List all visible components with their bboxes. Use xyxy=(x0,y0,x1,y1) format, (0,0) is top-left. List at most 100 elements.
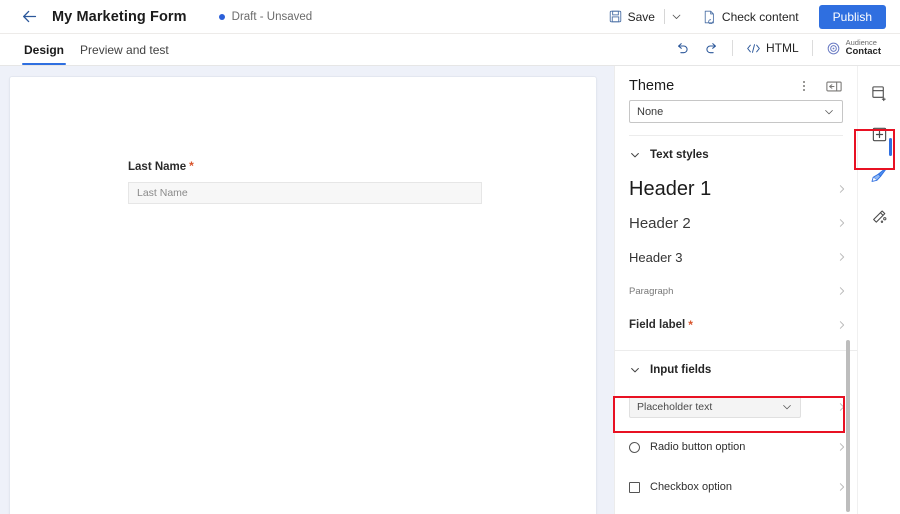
form-canvas-area: Last Name* Last Name xyxy=(0,66,614,514)
chevron-right-icon xyxy=(837,320,847,330)
redo-arrow-icon xyxy=(704,41,719,56)
rail-selection-indicator xyxy=(889,138,892,156)
panel-collapse-button[interactable] xyxy=(825,77,843,95)
chevron-right-icon xyxy=(837,252,847,262)
page-title: My Marketing Form xyxy=(52,9,187,25)
designer-tab-bar: Design Preview and test xyxy=(0,34,900,66)
field-label-text: Last Name xyxy=(128,161,186,173)
radio-button-option-row[interactable]: Radio button option xyxy=(615,427,857,467)
html-label: HTML xyxy=(766,41,799,55)
arrow-left-icon xyxy=(21,8,38,25)
divider xyxy=(812,40,813,56)
radio-option-label: Radio button option xyxy=(650,441,745,453)
chevron-right-icon xyxy=(837,218,847,228)
section-title-text-styles: Text styles xyxy=(650,149,709,161)
last-name-input[interactable]: Last Name xyxy=(128,182,482,204)
chevron-down-icon xyxy=(823,106,835,118)
style-row-field-label[interactable]: Field label * xyxy=(615,308,857,342)
style-label: Header 3 xyxy=(629,250,682,265)
required-asterisk: * xyxy=(688,318,693,332)
field-label: Last Name* xyxy=(128,159,488,173)
theme-brush-button[interactable] xyxy=(866,162,892,188)
placeholder-text-select[interactable]: Placeholder text xyxy=(629,396,801,418)
panel-title: Theme xyxy=(629,78,674,94)
chevron-down-icon xyxy=(629,149,641,161)
style-wand-icon xyxy=(871,208,888,225)
chevron-down-icon xyxy=(781,401,793,413)
status-badge: Draft - Unsaved xyxy=(219,11,313,23)
theme-select[interactable]: None xyxy=(629,100,843,123)
panel-scrollbar[interactable] xyxy=(846,340,850,512)
save-options-button[interactable] xyxy=(666,4,687,30)
publish-button[interactable]: Publish xyxy=(819,5,886,29)
placeholder-text-value: Placeholder text xyxy=(637,401,712,413)
document-check-icon xyxy=(703,10,716,24)
audience-target-icon xyxy=(826,41,841,56)
audience-contact-labels: Audience Contact xyxy=(846,39,881,57)
audience-contact-button[interactable]: Audience Contact xyxy=(819,36,888,60)
tab-preview-and-test[interactable]: Preview and test xyxy=(72,34,177,65)
style-label: Header 2 xyxy=(629,215,691,232)
theme-brush-icon xyxy=(870,166,888,184)
save-disk-icon xyxy=(609,10,622,23)
designer-tool-rail xyxy=(857,66,900,514)
tab-design-label: Design xyxy=(24,43,64,57)
form-designer-app: My Marketing Form Draft - Unsaved Save xyxy=(0,0,900,514)
back-button[interactable] xyxy=(16,4,42,30)
radio-button-icon xyxy=(629,442,640,453)
checkbox-icon xyxy=(629,482,640,493)
check-content-button[interactable]: Check content xyxy=(695,4,807,30)
tab-list: Design Preview and test xyxy=(0,34,177,65)
top-command-actions: Save Check content Publish xyxy=(601,0,900,33)
section-header-text-styles[interactable]: Text styles xyxy=(615,136,857,172)
chevron-down-icon xyxy=(671,11,682,22)
section-header-input-fields[interactable]: Input fields xyxy=(615,351,857,387)
style-row-header-3[interactable]: Header 3 xyxy=(615,240,857,274)
chevron-right-icon xyxy=(837,184,847,194)
style-label: Paragraph xyxy=(629,286,673,297)
undo-arrow-icon xyxy=(675,41,690,56)
checkbox-option-label: Checkbox option xyxy=(650,481,732,493)
theme-select-value: None xyxy=(637,106,663,118)
more-vertical-icon xyxy=(797,79,811,93)
divider xyxy=(664,9,665,24)
form-field-last-name[interactable]: Last Name* Last Name xyxy=(128,159,488,204)
section-title-input-fields: Input fields xyxy=(650,364,711,376)
required-asterisk: * xyxy=(189,159,194,173)
form-canvas[interactable]: Last Name* Last Name xyxy=(9,76,597,514)
add-section-icon xyxy=(871,85,888,102)
status-dot xyxy=(219,14,225,20)
add-section-button[interactable] xyxy=(866,80,892,106)
editor-tools: HTML Audience Contact xyxy=(668,34,900,65)
style-row-paragraph[interactable]: Paragraph xyxy=(615,274,857,308)
style-row-header-1[interactable]: Header 1 xyxy=(615,172,857,206)
add-element-icon xyxy=(871,126,888,143)
redo-button[interactable] xyxy=(697,36,726,60)
undo-button[interactable] xyxy=(668,36,697,60)
chevron-down-icon xyxy=(629,364,641,376)
panel-more-button[interactable] xyxy=(795,77,813,95)
tab-preview-label: Preview and test xyxy=(80,43,169,57)
style-row-header-2[interactable]: Header 2 xyxy=(615,206,857,240)
save-label: Save xyxy=(628,10,655,24)
check-content-label: Check content xyxy=(722,10,799,24)
style-label: Field label xyxy=(629,319,685,331)
theme-select-wrapper: None xyxy=(615,100,857,136)
status-text: Draft - Unsaved xyxy=(232,11,313,23)
theme-properties-panel: Theme xyxy=(614,66,857,514)
chevron-right-icon xyxy=(837,286,847,296)
tab-design[interactable]: Design xyxy=(16,34,72,65)
html-button[interactable]: HTML xyxy=(739,36,806,60)
style-wand-button[interactable] xyxy=(866,203,892,229)
placeholder-text-row[interactable]: Placeholder text xyxy=(615,387,857,427)
save-button[interactable]: Save xyxy=(601,4,663,30)
code-brackets-icon xyxy=(746,42,761,55)
audience-value: Contact xyxy=(846,47,881,57)
panel-header-actions xyxy=(795,77,843,95)
divider xyxy=(732,40,733,56)
last-name-placeholder: Last Name xyxy=(137,187,188,199)
collapse-panel-icon xyxy=(826,80,842,93)
checkbox-option-row[interactable]: Checkbox option xyxy=(615,467,857,507)
style-label: Header 1 xyxy=(629,178,711,201)
top-command-bar: My Marketing Form Draft - Unsaved Save xyxy=(0,0,900,34)
